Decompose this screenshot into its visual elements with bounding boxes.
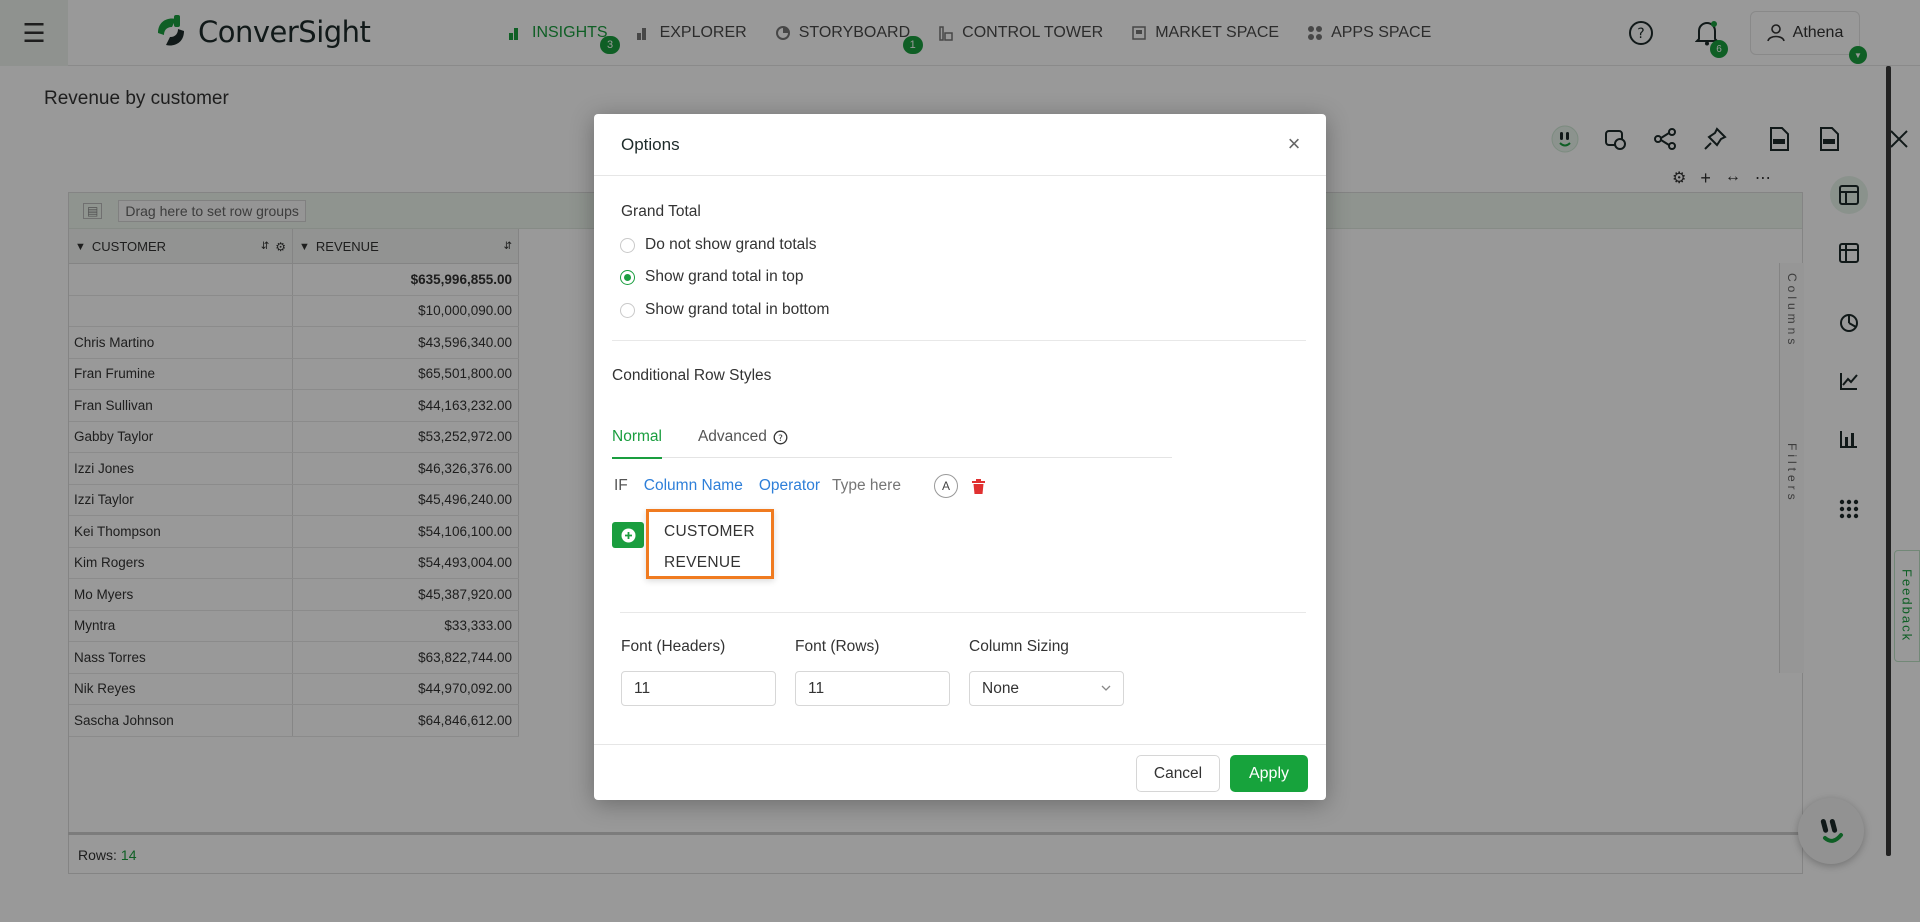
condition-row: IF Column Name Operator A <box>614 474 986 498</box>
close-icon[interactable]: × <box>1282 131 1306 156</box>
radio-grand-total-top[interactable]: Show grand total in top <box>620 268 804 286</box>
add-condition-button[interactable] <box>612 522 644 548</box>
dialog-footer: Cancel Apply <box>594 744 1326 800</box>
options-dialog: Options × Grand Total Do not show grand … <box>594 114 1326 800</box>
help-icon: ? <box>773 430 788 444</box>
dropdown-option-revenue[interactable]: REVENUE <box>649 547 771 578</box>
condition-tabs: Normal Advanced ? <box>612 416 1172 459</box>
radio-grand-total-bottom[interactable]: Show grand total in bottom <box>620 301 829 319</box>
trash-icon <box>971 478 985 494</box>
cancel-button[interactable]: Cancel <box>1136 755 1220 792</box>
font-rows-label: Font (Rows) <box>795 638 880 655</box>
radio-control[interactable] <box>620 237 635 253</box>
column-sizing-label: Column Sizing <box>969 638 1069 655</box>
radio-label: Do not show grand totals <box>645 236 817 253</box>
radio-label: Show grand total in bottom <box>645 301 830 318</box>
column-name-dropdown: CUSTOMER REVENUE <box>646 509 774 579</box>
tab-advanced[interactable]: Advanced ? <box>698 416 788 458</box>
conditional-row-styles-label: Conditional Row Styles <box>612 367 772 384</box>
radio-control[interactable] <box>620 302 635 318</box>
if-label: IF <box>614 477 628 494</box>
dialog-header: Options × <box>594 114 1326 176</box>
font-rows-input[interactable] <box>795 671 950 706</box>
column-sizing-value: None <box>982 679 1020 697</box>
font-headers-label: Font (Headers) <box>621 638 726 655</box>
condition-value-input[interactable] <box>832 477 923 495</box>
divider <box>620 612 1306 613</box>
grand-total-label: Grand Total <box>621 203 701 220</box>
column-sizing-select[interactable]: None <box>969 671 1124 706</box>
radio-label: Show grand total in top <box>645 268 804 285</box>
column-name-select[interactable]: Column Name <box>644 477 743 495</box>
plus-circle-icon <box>621 528 635 542</box>
tab-normal-label: Normal <box>612 428 662 445</box>
operator-select[interactable]: Operator <box>759 477 820 495</box>
style-picker-button[interactable]: A <box>934 474 959 498</box>
chevron-down-icon <box>1101 685 1111 691</box>
tab-normal[interactable]: Normal <box>612 416 662 459</box>
dialog-title: Options <box>621 134 680 154</box>
dropdown-option-customer[interactable]: CUSTOMER <box>649 516 771 547</box>
radio-no-grand-total[interactable]: Do not show grand totals <box>620 236 816 254</box>
tab-advanced-label: Advanced <box>697 428 767 445</box>
delete-condition-button[interactable] <box>970 477 986 495</box>
divider <box>612 340 1306 341</box>
radio-control[interactable] <box>620 269 635 285</box>
svg-text:?: ? <box>778 434 783 444</box>
font-headers-input[interactable] <box>621 671 776 706</box>
apply-button[interactable]: Apply <box>1230 755 1308 792</box>
